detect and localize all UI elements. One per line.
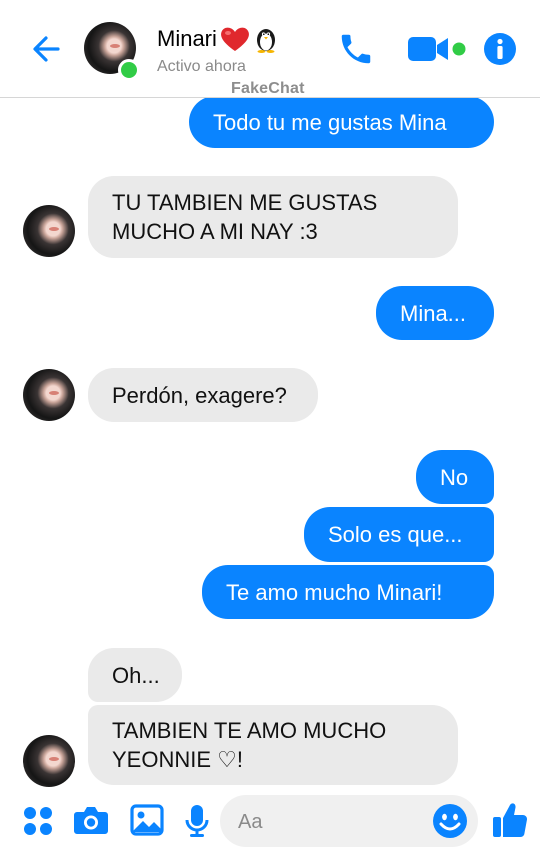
message-text: No bbox=[440, 464, 469, 490]
outgoing-message[interactable]: No bbox=[416, 450, 494, 504]
info-icon[interactable] bbox=[483, 32, 517, 66]
message-text-line: TAMBIEN TE AMO MUCHO bbox=[112, 718, 387, 743]
active-status-text: Activo ahora bbox=[157, 58, 246, 75]
message-input[interactable] bbox=[236, 805, 430, 839]
message-text: Solo es que... bbox=[328, 522, 463, 547]
contact-avatar-small[interactable] bbox=[23, 205, 75, 257]
gallery-image-icon[interactable] bbox=[130, 804, 164, 836]
message-text: Mina... bbox=[400, 300, 467, 326]
chat-header: Minari Activo ahora FakeChat bbox=[0, 0, 540, 98]
message-text-line: TU TAMBIEN ME GUSTAS bbox=[112, 190, 378, 215]
outgoing-message[interactable]: Solo es que... bbox=[304, 507, 494, 562]
message-text-line: MUCHO A MI NAY :3 bbox=[112, 219, 318, 244]
contact-avatar-small[interactable] bbox=[23, 735, 75, 787]
incoming-message[interactable]: Oh... bbox=[88, 648, 182, 702]
outgoing-message[interactable]: Mina... bbox=[376, 286, 494, 340]
contact-avatar-small[interactable] bbox=[23, 369, 75, 421]
contact-name-text: Minari bbox=[157, 26, 217, 51]
phone-icon[interactable] bbox=[337, 30, 375, 68]
contact-name[interactable]: Minari bbox=[157, 25, 279, 53]
camera-icon[interactable] bbox=[73, 804, 109, 836]
video-camera-icon[interactable] bbox=[406, 33, 468, 65]
microphone-icon[interactable] bbox=[184, 803, 210, 839]
message-text: Perdón, exagere? bbox=[112, 382, 287, 408]
message-text: Oh... bbox=[112, 662, 160, 688]
message-input-wrapper[interactable] bbox=[220, 795, 478, 847]
heart-emoji-icon bbox=[220, 27, 249, 51]
incoming-message[interactable]: TU TAMBIEN ME GUSTAS MUCHO A MI NAY :3 bbox=[88, 176, 458, 258]
penguin-emoji-icon bbox=[256, 29, 275, 53]
four-dots-menu-icon[interactable] bbox=[22, 805, 54, 837]
incoming-message[interactable]: Perdón, exagere? bbox=[88, 368, 318, 422]
like-thumbs-up-icon[interactable] bbox=[491, 801, 529, 839]
incoming-message[interactable]: TAMBIEN TE AMO MUCHO YEONNIE ♡! bbox=[88, 705, 458, 785]
message-text-line: YEONNIE ♡! bbox=[112, 747, 243, 772]
emoji-smiley-icon[interactable] bbox=[432, 803, 468, 839]
message-text: Te amo mucho Minari! bbox=[226, 579, 443, 605]
outgoing-message[interactable]: Todo tu me gustas Mina bbox=[189, 96, 494, 148]
back-arrow-icon[interactable] bbox=[28, 30, 66, 68]
outgoing-message[interactable]: Te amo mucho Minari! bbox=[202, 565, 494, 619]
message-text: Todo tu me gustas Mina bbox=[213, 109, 447, 135]
online-status-dot bbox=[118, 59, 140, 81]
app-watermark: FakeChat bbox=[231, 80, 305, 97]
